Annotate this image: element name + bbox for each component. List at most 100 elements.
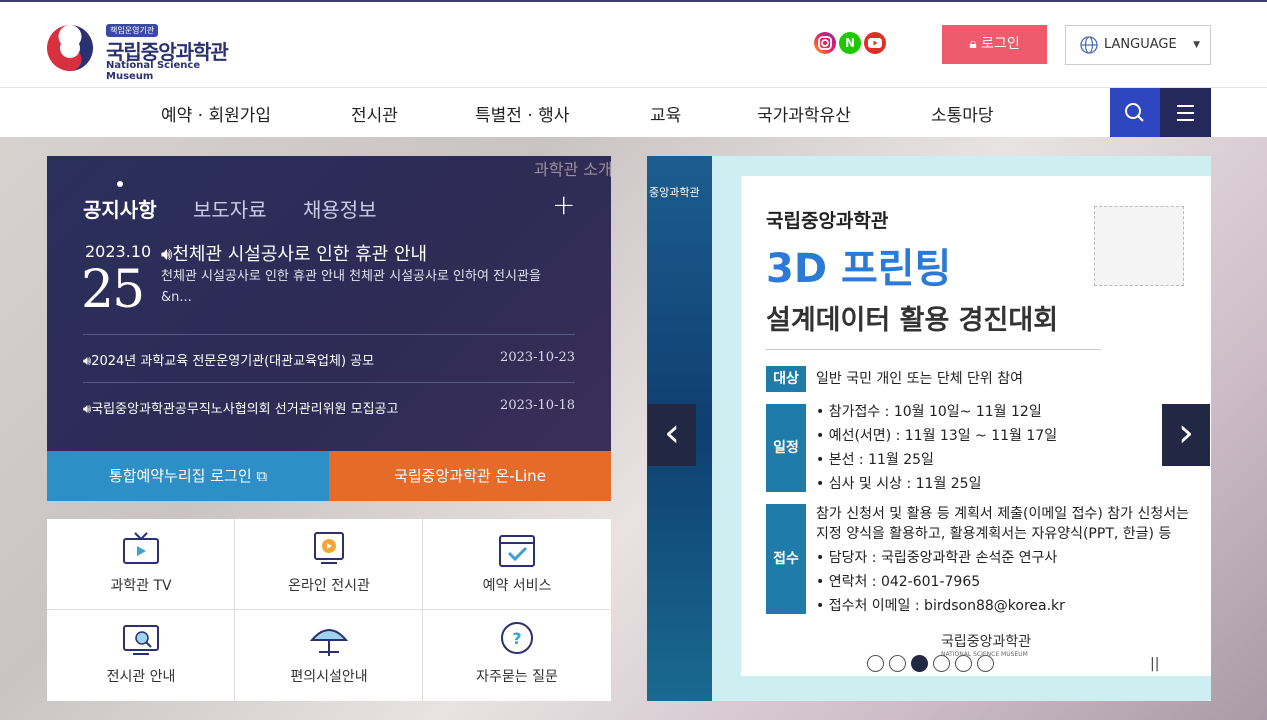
hamburger-icon	[1177, 105, 1194, 121]
slide-dot[interactable]	[977, 655, 994, 672]
quick-item-facilities[interactable]: 편의시설안내	[235, 610, 423, 701]
list-item-title: 2024년 과학교육 전문운영기관(대관교육업체) 공모	[91, 354, 375, 369]
tab-recruit[interactable]: 채용정보	[303, 194, 377, 223]
slide-dot[interactable]	[889, 655, 906, 672]
external-link-icon: ⧉	[256, 467, 268, 485]
submit-line: • 연락처 : 042-601-7965	[816, 574, 981, 590]
list-item-date: 2023-10-18	[500, 398, 575, 413]
quick-item-label: 편의시설안내	[290, 669, 368, 685]
schedule-line: • 본선 : 11월 25일	[816, 452, 934, 468]
reservation-login-label: 통합예약누리집 로그인	[108, 467, 252, 485]
nav-item-special-events[interactable]: 특별전 · 행사	[475, 101, 569, 126]
nav-item-reservation[interactable]: 예약 · 회원가입	[161, 101, 271, 126]
chevron-left-icon: ‹	[664, 410, 680, 456]
printer-illustration	[1094, 206, 1184, 286]
slide-dot-active[interactable]	[911, 655, 928, 672]
pause-icon[interactable]: ||	[1150, 656, 1159, 672]
target-tag: 대상	[766, 366, 806, 392]
login-button[interactable]: 🔒︎ 로그인	[942, 25, 1047, 64]
schedule-line: • 심사 및 시상 : 11월 25일	[816, 476, 982, 492]
main-nav: 예약 · 회원가입 전시관 특별전 · 행사 교육 국가과학유산 소통마당	[0, 87, 1267, 138]
quick-item-faq[interactable]: ? 자주묻는 질문	[423, 610, 611, 701]
tab-press[interactable]: 보도자료	[193, 194, 267, 223]
featured-title-text: 천체관 시설공사로 인한 휴관 안내	[172, 244, 428, 265]
divider	[83, 334, 575, 335]
site-logo[interactable]: 책임운영기관 국립중앙과학관 National Science Museum	[46, 24, 246, 82]
nav-item-education[interactable]: 교육	[650, 101, 681, 126]
schedule-tag: 일정	[766, 404, 806, 492]
submit-line: • 접수처 이메일 : birdson88@korea.kr	[816, 598, 1065, 614]
more-plus-icon[interactable]: +	[552, 188, 575, 221]
calendar-icon	[499, 535, 535, 567]
chevron-down-icon: ▼	[1193, 40, 1200, 50]
tab-notice[interactable]: 공지사항	[83, 194, 157, 223]
lock-icon: 🔒︎	[969, 36, 977, 52]
active-tab-dot	[117, 181, 123, 187]
slide-dot[interactable]	[955, 655, 972, 672]
slide-dot[interactable]	[867, 655, 884, 672]
nav-item-heritage[interactable]: 국가과학유산	[757, 101, 851, 126]
question-icon: ?	[501, 622, 533, 654]
poster-heading: 3D 프린팅	[766, 246, 952, 292]
quick-item-reservation[interactable]: 예약 서비스	[423, 519, 611, 610]
quick-item-label: 전시관 안내	[106, 669, 176, 685]
submit-line: • 담당자 : 국립중앙과학관 손석준 연구사	[816, 550, 1058, 566]
list-item-date: 2023-10-23	[500, 350, 575, 365]
nav-item-community[interactable]: 소통마당	[931, 101, 994, 126]
search-icon	[1125, 103, 1144, 122]
login-label: 로그인	[981, 36, 1020, 52]
banner-slider[interactable]: 중앙과학관 국립중앙과학관 3D 프린팅 설계데이터 활용 경진대회 대상 일반…	[647, 156, 1211, 701]
quick-item-online-exhibit[interactable]: 온라인 전시관	[235, 519, 423, 610]
quick-menu: 과학관 TV 온라인 전시관 예약 서비스 전시관 안내 편의시설안내 ? 자주…	[47, 519, 611, 701]
instagram-icon[interactable]	[814, 32, 836, 54]
quick-item-label: 온라인 전시관	[288, 578, 370, 594]
reservation-login-button[interactable]: 통합예약누리집 로그인 ⧉	[47, 451, 329, 501]
ghost-menu-text: 과학관 소개	[534, 160, 613, 179]
language-label: LANGUAGE	[1104, 37, 1177, 52]
submit-tag: 접수	[766, 504, 806, 614]
quick-item-label: 예약 서비스	[482, 578, 552, 594]
chevron-right-icon: ›	[1178, 410, 1194, 456]
language-select[interactable]: LANGUAGE ▼	[1065, 25, 1211, 65]
poster-org: 국립중앙과학관	[766, 210, 889, 232]
slide-pagination	[867, 655, 999, 673]
poster-subheading: 설계데이터 활용 경진대회	[766, 305, 1059, 336]
prev-slide-button[interactable]: ‹	[648, 404, 696, 466]
youtube-icon[interactable]	[864, 32, 886, 54]
tv-icon	[123, 532, 159, 564]
banner-poster: 국립중앙과학관 3D 프린팅 설계데이터 활용 경진대회 대상 일반 국민 개인…	[741, 176, 1211, 676]
search-button[interactable]	[1110, 88, 1160, 138]
featured-summary: 천체관 시설공사로 인한 휴관 안내 천체관 시설공사로 인하여 전시관을 &n…	[161, 269, 541, 305]
list-item[interactable]: 🔊︎국립중앙과학관공무직노사협의회 선거관리위원 모집공고 2023-10-18	[83, 398, 575, 417]
list-item[interactable]: 🔊︎2024년 과학교육 전문운영기관(대관교육업체) 공모 2023-10-2…	[83, 350, 575, 369]
side-slide-text: 중앙과학관	[649, 186, 700, 199]
slide-dot[interactable]	[933, 655, 950, 672]
speaker-icon: 🔊︎	[83, 354, 92, 369]
globe-icon	[1080, 36, 1098, 54]
target-text: 일반 국민 개인 또는 단체 단위 참여	[816, 371, 1024, 387]
speaker-icon: 🔊︎	[83, 402, 92, 417]
quick-item-tv[interactable]: 과학관 TV	[47, 519, 235, 610]
notice-panel: 공지사항 보도자료 채용정보 + 2023.10 25 🔊︎천체관 시설공사로 …	[47, 156, 611, 451]
naver-blog-icon[interactable]: N	[839, 32, 861, 54]
quick-item-label: 자주묻는 질문	[476, 669, 558, 685]
quick-item-guide[interactable]: 전시관 안내	[47, 610, 235, 701]
list-item-title: 국립중앙과학관공무직노사협의회 선거관리위원 모집공고	[91, 402, 399, 417]
featured-day: 25	[81, 260, 145, 320]
poster-footer-logo-text: 국립중앙과학관	[941, 634, 1032, 650]
svg-text:?: ?	[512, 629, 521, 648]
umbrella-icon	[309, 629, 349, 656]
logo-english-name: National Science Museum	[106, 60, 201, 82]
next-slide-button[interactable]: ›	[1162, 404, 1210, 466]
featured-title[interactable]: 🔊︎천체관 시설공사로 인한 휴관 안내	[161, 240, 427, 266]
featured-year-month: 2023.10	[85, 242, 152, 261]
taegeuk-logo-icon	[47, 25, 93, 71]
nav-item-exhibitions[interactable]: 전시관	[351, 101, 398, 126]
submit-line: 지정 양식을 활용하고, 활용계획서는 자유양식(PPT, 한글) 등	[816, 526, 1172, 542]
menu-button[interactable]	[1160, 88, 1211, 138]
schedule-line: • 예선(서면) : 11월 13일 ~ 11월 17일	[816, 428, 1058, 444]
poster-divider	[766, 349, 1101, 350]
online-museum-button[interactable]: 국립중앙과학관 온-Line	[329, 451, 611, 501]
monitor-search-icon	[123, 625, 159, 655]
header: 책임운영기관 국립중앙과학관 National Science Museum N…	[0, 2, 1267, 87]
